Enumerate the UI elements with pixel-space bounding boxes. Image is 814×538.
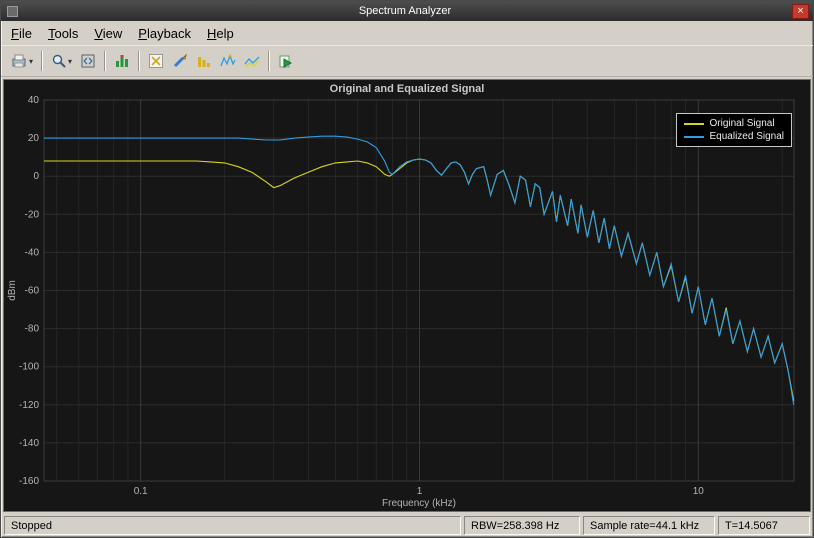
peak-finder-button[interactable] — [216, 48, 240, 74]
original-signal-swatch — [683, 122, 704, 125]
svg-text:0.1: 0.1 — [134, 486, 148, 497]
plot-body: 40 20 0 -20 -40 -60 -80 -100 -120 -140 -160 0.1 1 10 d… — [4, 95, 810, 511]
title-bar: Spectrum Analyzer × — [1, 1, 813, 21]
legend-label-equalized: Equalized Signal — [709, 131, 785, 142]
toolbar: ▾ ▾ — [1, 45, 813, 77]
svg-text:dBm: dBm — [7, 280, 18, 301]
svg-text:1: 1 — [417, 486, 423, 497]
toolbar-separator — [138, 51, 141, 71]
menu-playback[interactable]: Playback — [136, 24, 197, 43]
svg-text:-60: -60 — [25, 286, 40, 297]
trace-selection-icon — [244, 56, 260, 68]
fit-to-view-icon — [81, 54, 95, 68]
svg-text:0: 0 — [33, 171, 39, 182]
distortion-measurements-button[interactable] — [168, 48, 192, 74]
distortion-measurements-icon — [173, 53, 187, 68]
spectrum-plot: 40 20 0 -20 -40 -60 -80 -100 -120 -140 -160 0.1 1 10 d… — [7, 95, 795, 509]
svg-text:-80: -80 — [25, 324, 40, 335]
plot-panel: Original and Equalized Signal 40 20 0 -20 -4… — [3, 79, 811, 512]
window-icon — [7, 5, 18, 17]
svg-text:Frequency (kHz): Frequency (kHz) — [382, 498, 456, 509]
spectrum-settings-icon — [116, 55, 129, 67]
svg-text:-160: -160 — [19, 476, 39, 487]
svg-text:-120: -120 — [19, 400, 39, 411]
menu-file[interactable]: File — [9, 24, 38, 43]
toolbar-separator — [268, 51, 271, 71]
legend-item-equalized: Equalized Signal — [683, 130, 785, 143]
svg-text:10: 10 — [693, 486, 705, 497]
equalized-signal-swatch — [683, 135, 704, 138]
status-bar: Stopped RBW=258.398 Hz Sample rate=44.1 … — [1, 514, 813, 537]
ccdf-measurements-button[interactable] — [192, 48, 216, 74]
plot-title: Original and Equalized Signal — [329, 83, 485, 95]
menu-bar: File Tools View Playback Help — [1, 21, 813, 45]
step-forward-button[interactable] — [274, 48, 298, 74]
step-forward-icon — [279, 55, 293, 68]
window-title: Spectrum Analyzer — [358, 5, 452, 17]
spectrum-settings-button[interactable] — [110, 48, 134, 74]
legend: Original Signal Equalized Signal — [675, 113, 792, 147]
export-icon — [12, 54, 26, 68]
peak-finder-icon — [220, 54, 236, 67]
export-dropdown-caret[interactable]: ▾ — [29, 57, 33, 66]
svg-text:-20: -20 — [25, 209, 40, 220]
toolbar-separator — [41, 51, 44, 71]
toolbar-separator — [104, 51, 107, 71]
fit-to-view-button[interactable] — [76, 48, 100, 74]
svg-text:-140: -140 — [19, 438, 39, 449]
menu-view[interactable]: View — [92, 24, 128, 43]
legend-item-original: Original Signal — [683, 117, 785, 130]
svg-text:20: 20 — [28, 133, 40, 144]
status-time: T=14.5067 — [718, 516, 810, 535]
export-button[interactable]: ▾ — [6, 48, 37, 74]
svg-text:40: 40 — [28, 95, 40, 106]
zoom-icon — [52, 54, 66, 68]
ccdf-measurements-icon — [198, 57, 211, 67]
legend-label-original: Original Signal — [709, 118, 775, 129]
status-state: Stopped — [4, 516, 461, 535]
close-button[interactable]: × — [792, 3, 809, 19]
cursor-measurements-icon — [149, 54, 164, 68]
trace-selection-button[interactable] — [240, 48, 264, 74]
spectrum-analyzer-window: Spectrum Analyzer × File Tools View Play… — [0, 0, 814, 538]
menu-help[interactable]: Help — [205, 24, 240, 43]
zoom-button[interactable]: ▾ — [47, 48, 76, 74]
zoom-dropdown-caret[interactable]: ▾ — [68, 57, 72, 66]
cursor-measurements-button[interactable] — [144, 48, 168, 74]
status-rbw: RBW=258.398 Hz — [464, 516, 580, 535]
svg-text:-100: -100 — [19, 362, 39, 373]
menu-tools[interactable]: Tools — [46, 24, 84, 43]
status-sample-rate: Sample rate=44.1 kHz — [583, 516, 715, 535]
svg-text:-40: -40 — [25, 247, 40, 258]
